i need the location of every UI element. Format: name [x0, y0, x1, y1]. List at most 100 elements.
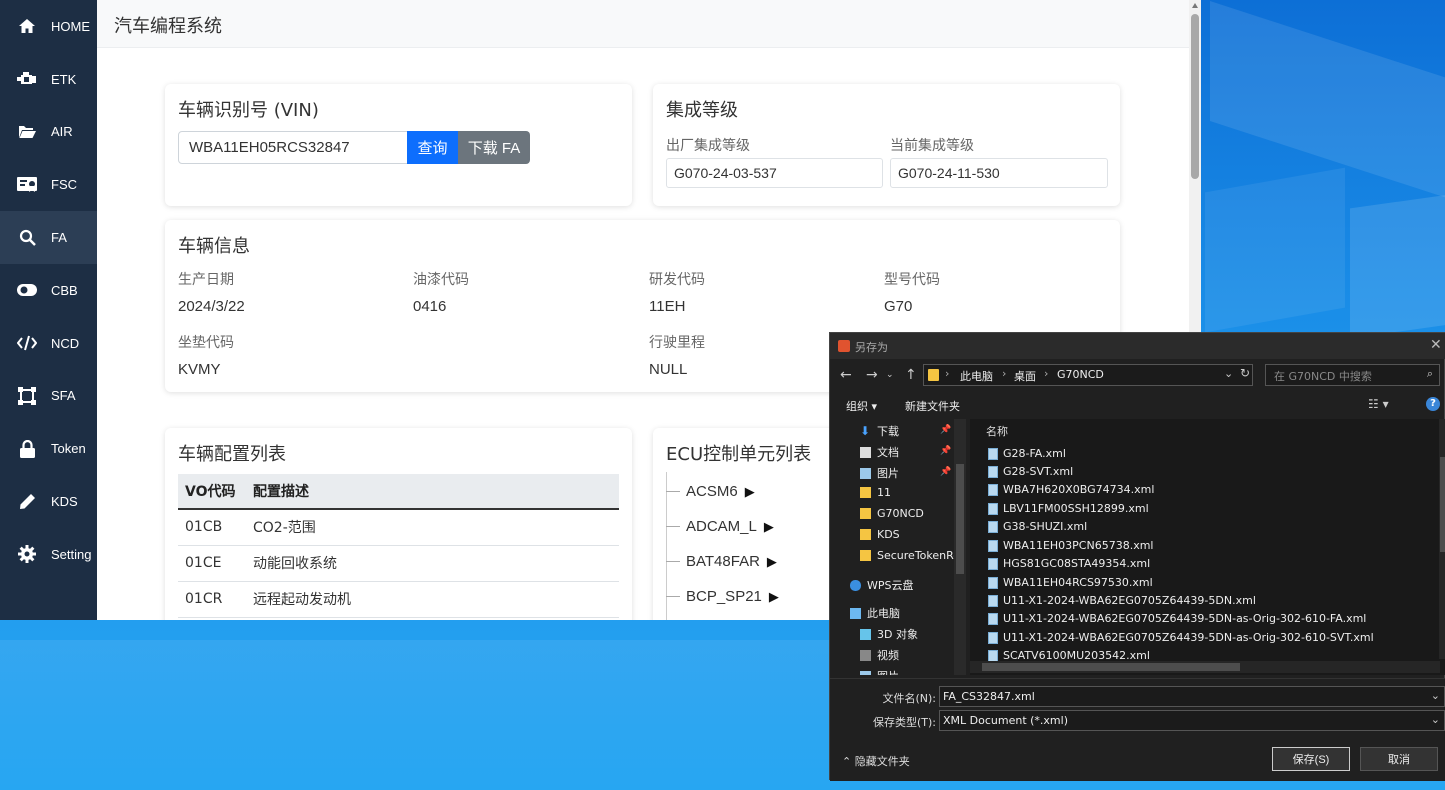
file-list-vscrollbar[interactable] [1439, 419, 1445, 659]
list-item[interactable]: WBA11EH04RCS97530.xml [988, 576, 1153, 589]
current-level-field[interactable]: G070-24-11-530 [890, 158, 1108, 188]
expand-arrow-icon[interactable]: ▶ [767, 554, 777, 570]
expand-arrow-icon[interactable]: ▶ [769, 589, 779, 605]
scrollbar-thumb[interactable] [1440, 457, 1445, 552]
address-bar[interactable]: › 此电脑 › 桌面 › G70NCD ⌄ ↻ [923, 364, 1253, 386]
refresh-icon[interactable]: ↻ [1240, 366, 1250, 380]
paint-code-value: 0416 [413, 298, 447, 315]
sidebar-item-etk[interactable]: ETK [0, 53, 97, 106]
list-item[interactable]: G28-FA.xml [988, 447, 1066, 460]
ecu-item[interactable]: ADCAM_L ▶ [666, 518, 774, 535]
list-item[interactable]: WBA11EH03PCN65738.xml [988, 539, 1153, 552]
expand-arrow-icon[interactable]: ▶ [745, 484, 755, 500]
query-button[interactable]: 查询 [407, 131, 458, 164]
table-row[interactable]: 01CR 远程起动发动机 [178, 581, 619, 618]
expand-arrow-icon[interactable]: ▶ [764, 519, 774, 535]
nav-item-documents[interactable]: 文档 [860, 444, 899, 460]
sidebar-item-air[interactable]: AIR [0, 106, 97, 159]
list-item[interactable]: U11-X1-2024-WBA62EG0705Z64439-5DN.xml [988, 594, 1256, 607]
nav-scrollbar[interactable] [954, 419, 966, 675]
breadcrumb-this-pc[interactable]: 此电脑 [960, 368, 993, 384]
list-item[interactable]: WBA7H620X0BG74734.xml [988, 483, 1154, 496]
organize-button[interactable]: 组织 ▾ [846, 398, 877, 414]
nav-item-folder-11[interactable]: 11 [860, 486, 891, 499]
download-fa-button[interactable]: 下载 FA [458, 131, 530, 164]
nav-item-pictures[interactable]: 图片 [860, 465, 899, 481]
xml-file-icon [988, 539, 998, 552]
sidebar: HOME ETK AIR FSC FA CBB NCD SFA Token KD… [0, 0, 97, 620]
mileage-label: 行驶里程 [649, 335, 705, 351]
cancel-button[interactable]: 取消 [1360, 747, 1438, 771]
search-icon: ⌕ [1426, 367, 1433, 380]
folder-icon [860, 529, 871, 540]
search-input[interactable]: 在 G70NCD 中搜索 ⌕ [1265, 364, 1440, 386]
nav-item-pictures-pc[interactable]: 图片 [860, 668, 899, 675]
sidebar-item-cbb[interactable]: CBB [0, 264, 97, 317]
production-date-value: 2024/3/22 [178, 298, 245, 315]
xml-file-icon [988, 612, 998, 625]
list-item[interactable]: G28-SVT.xml [988, 465, 1073, 478]
nav-item-wps-cloud[interactable]: WPS云盘 [850, 577, 914, 593]
ecu-item[interactable]: BAT48FAR ▶ [666, 553, 777, 570]
hide-folders-toggle[interactable]: ⌃ 隐藏文件夹 [842, 753, 910, 769]
breadcrumb-g70ncd[interactable]: G70NCD [1057, 368, 1104, 381]
filename-field[interactable]: FA_CS32847.xml ⌄ [939, 686, 1445, 707]
nav-item-folder-g70ncd[interactable]: G70NCD [860, 507, 924, 520]
sidebar-item-fsc[interactable]: FSC [0, 158, 97, 211]
scrollbar-thumb[interactable] [982, 663, 1240, 671]
sidebar-item-setting[interactable]: Setting [0, 528, 97, 581]
file-list-hscrollbar[interactable] [970, 661, 1440, 673]
chevron-down-icon[interactable]: ⌄ [1431, 713, 1440, 726]
column-header-name[interactable]: 名称 [986, 423, 1008, 439]
filetype-select[interactable]: XML Document (*.xml) ⌄ [939, 710, 1445, 731]
new-folder-button[interactable]: 新建文件夹 [905, 398, 960, 414]
vin-input[interactable] [178, 131, 408, 164]
table-header-vo-code: VO代码 [178, 474, 246, 510]
dialog-titlebar[interactable]: 另存为 ✕ [830, 333, 1445, 359]
sidebar-item-fa[interactable]: FA [0, 211, 97, 264]
folder-icon [928, 369, 939, 381]
dev-code-value: 11EH [649, 298, 686, 315]
sidebar-item-home[interactable]: HOME [0, 0, 97, 53]
breadcrumb-desktop[interactable]: 桌面 [1014, 368, 1036, 384]
list-item[interactable]: U11-X1-2024-WBA62EG0705Z64439-5DN-as-Ori… [988, 631, 1374, 644]
sidebar-item-token[interactable]: Token [0, 422, 97, 475]
config-table: VO代码 配置描述 01CB CO2-范围 01CE 动能回收系统 01CR 远… [178, 474, 619, 618]
up-arrow-icon[interactable]: ↑ [905, 367, 917, 383]
scroll-up-icon[interactable] [1192, 3, 1198, 8]
save-button[interactable]: 保存(S) [1272, 747, 1350, 771]
table-row[interactable]: 01CE 动能回收系统 [178, 545, 619, 582]
recent-dropdown-icon[interactable]: ⌄ [886, 370, 894, 380]
forward-arrow-icon[interactable]: → [866, 367, 878, 383]
nav-item-this-pc[interactable]: 此电脑 [850, 605, 900, 621]
list-item[interactable]: U11-X1-2024-WBA62EG0705Z64439-5DN-as-Ori… [988, 612, 1366, 625]
sidebar-item-ncd[interactable]: NCD [0, 317, 97, 370]
back-arrow-icon[interactable]: ← [840, 367, 852, 383]
list-item[interactable]: G38-SHUZI.xml [988, 520, 1087, 533]
sidebar-item-sfa[interactable]: SFA [0, 370, 97, 423]
ecu-item[interactable]: BCP_SP21 ▶ [666, 588, 779, 605]
cloud-icon [850, 579, 861, 591]
chevron-down-icon[interactable]: ⌄ [1431, 689, 1440, 702]
nav-item-videos[interactable]: 视频 [860, 647, 899, 663]
table-row[interactable]: 01CB CO2-范围 [178, 509, 619, 546]
sidebar-item-label: CBB [51, 282, 78, 298]
nav-item-3d-objects[interactable]: 3D 对象 [860, 626, 918, 642]
nav-item-folder-securetoken[interactable]: SecureTokenRe [860, 549, 960, 562]
factory-level-field[interactable]: G070-24-03-537 [666, 158, 883, 188]
help-icon[interactable]: ? [1426, 397, 1440, 411]
nav-item-downloads[interactable]: ⬇ 下载 [860, 423, 899, 439]
view-options-icon[interactable]: ☷ ▾ [1368, 397, 1389, 411]
list-item[interactable]: LBV11FM00SSH12899.xml [988, 502, 1149, 515]
home-icon [17, 16, 37, 36]
scrollbar-thumb[interactable] [956, 464, 964, 574]
certificate-icon [17, 175, 37, 195]
scrollbar-thumb[interactable] [1191, 14, 1199, 179]
sidebar-item-kds[interactable]: KDS [0, 475, 97, 528]
close-icon[interactable]: ✕ [1430, 337, 1442, 353]
sidebar-item-label: NCD [51, 335, 80, 351]
ecu-item[interactable]: ACSM6 ▶ [666, 483, 755, 500]
list-item[interactable]: HGS81GC08STA49354.xml [988, 557, 1150, 570]
chevron-down-icon[interactable]: ⌄ [1224, 367, 1233, 380]
nav-item-folder-kds[interactable]: KDS [860, 528, 900, 541]
